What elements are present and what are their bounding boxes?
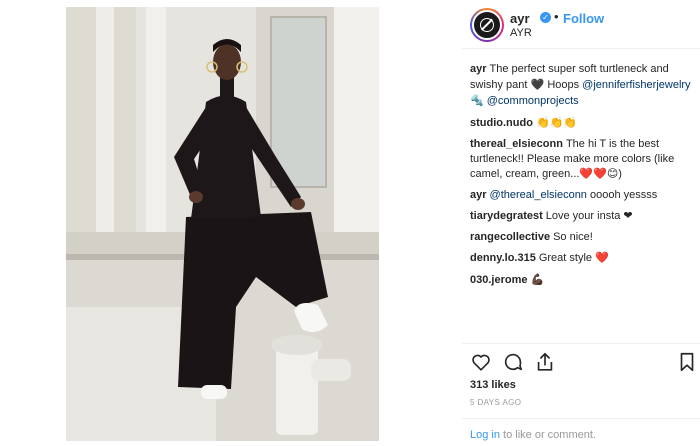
actions-divider [462, 343, 700, 344]
login-prompt-text: to like or comment. [503, 429, 596, 441]
comment-item: ayr @thereal_elsieconn ooooh yessss [470, 188, 696, 203]
post-image[interactable] [66, 7, 379, 441]
comment-item: 030.jerome 💪🏿 [470, 272, 696, 288]
caption: ayr The perfect super soft turtleneck and… [470, 62, 696, 109]
mention-link[interactable]: @thereal_elsieconn [490, 189, 587, 201]
comment-username[interactable]: ayr [470, 189, 487, 201]
avatar-image [472, 10, 502, 40]
post-actions [470, 351, 696, 373]
caption-emoji: 🔩 [470, 94, 484, 107]
heart-icon[interactable] [470, 351, 492, 373]
bookmark-icon[interactable] [676, 351, 698, 373]
profile-avatar[interactable] [470, 8, 504, 42]
comment-text: Love your insta ❤ [545, 210, 633, 222]
header-divider [462, 48, 700, 49]
post-photo-illustration [66, 7, 379, 441]
comment-username[interactable]: ayr [470, 63, 487, 75]
ayr-logo-icon [480, 18, 494, 32]
comment-text: So nice! [553, 231, 593, 243]
comment-text: Great style ❤️ [538, 252, 609, 264]
profile-subtitle: AYR [510, 27, 532, 39]
separator-dot: • [554, 9, 559, 24]
comment-item: studio.nudo 👏👏👏 [470, 115, 696, 131]
verified-badge-icon: ✓ [540, 12, 551, 23]
follow-button[interactable]: Follow [563, 11, 604, 26]
footer-divider [462, 418, 700, 419]
comment-item: tiarydegratest Love your insta ❤ [470, 209, 696, 224]
post-header: ayr ✓ • Follow AYR [462, 0, 700, 48]
login-link[interactable]: Log in [470, 429, 500, 441]
caption-text-2: Hoops [547, 79, 580, 91]
mention-link[interactable]: @jenniferfisherjewelry [582, 79, 690, 91]
post-timestamp: 5 DAYS AGO [470, 398, 522, 407]
comment-username[interactable]: thereal_elsieconn [470, 138, 563, 150]
comment-text: 💪🏿 [530, 273, 545, 286]
likes-count[interactable]: 313 likes [470, 379, 516, 391]
comment-username[interactable]: rangecollective [470, 231, 550, 243]
mention-link[interactable]: @commonprojects [487, 95, 579, 107]
comment-text: 👏👏👏 [535, 116, 578, 129]
post-side-panel: ayr ✓ • Follow AYR ayr The perfect super … [462, 0, 700, 446]
comment-username[interactable]: denny.lo.315 [470, 252, 536, 264]
comment-username[interactable]: tiarydegratest [470, 210, 543, 222]
comment-icon[interactable] [502, 351, 524, 373]
profile-handle[interactable]: ayr [510, 11, 530, 26]
comments-list: ayr The perfect super soft turtleneck and… [470, 62, 696, 294]
login-prompt: Log in to like or comment. [470, 429, 596, 441]
caption-emoji: 🖤 [530, 78, 545, 91]
share-icon[interactable] [534, 351, 556, 373]
comment-text: ooooh yessss [590, 189, 658, 201]
comment-item: rangecollective So nice! [470, 230, 696, 245]
comment-item: thereal_elsieconn The hi T is the best tu… [470, 137, 696, 182]
comment-username[interactable]: studio.nudo [470, 117, 533, 129]
comment-username[interactable]: 030.jerome [470, 274, 527, 286]
comment-item: denny.lo.315 Great style ❤️ [470, 251, 696, 266]
